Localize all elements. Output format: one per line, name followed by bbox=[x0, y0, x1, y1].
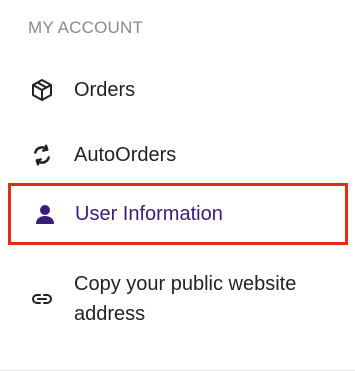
menu-item-autoorders[interactable]: AutoOrders bbox=[28, 140, 331, 170]
menu-item-copy-website-address-label: Copy your public website address bbox=[74, 273, 297, 325]
package-icon bbox=[28, 76, 56, 104]
menu-item-user-information-label: User Information bbox=[75, 202, 223, 225]
menu-item-orders[interactable]: Orders bbox=[28, 75, 331, 105]
refresh-icon bbox=[28, 141, 56, 169]
user-icon bbox=[31, 200, 59, 228]
menu-item-copy-website-address[interactable]: Copy your public website address bbox=[28, 268, 331, 330]
menu-item-autoorders-label: AutoOrders bbox=[74, 143, 177, 166]
menu-item-orders-label: Orders bbox=[74, 78, 136, 101]
link-icon bbox=[28, 285, 56, 313]
section-title: MY ACCOUNT bbox=[28, 18, 144, 37]
menu-item-user-information[interactable]: User Information bbox=[8, 183, 348, 245]
